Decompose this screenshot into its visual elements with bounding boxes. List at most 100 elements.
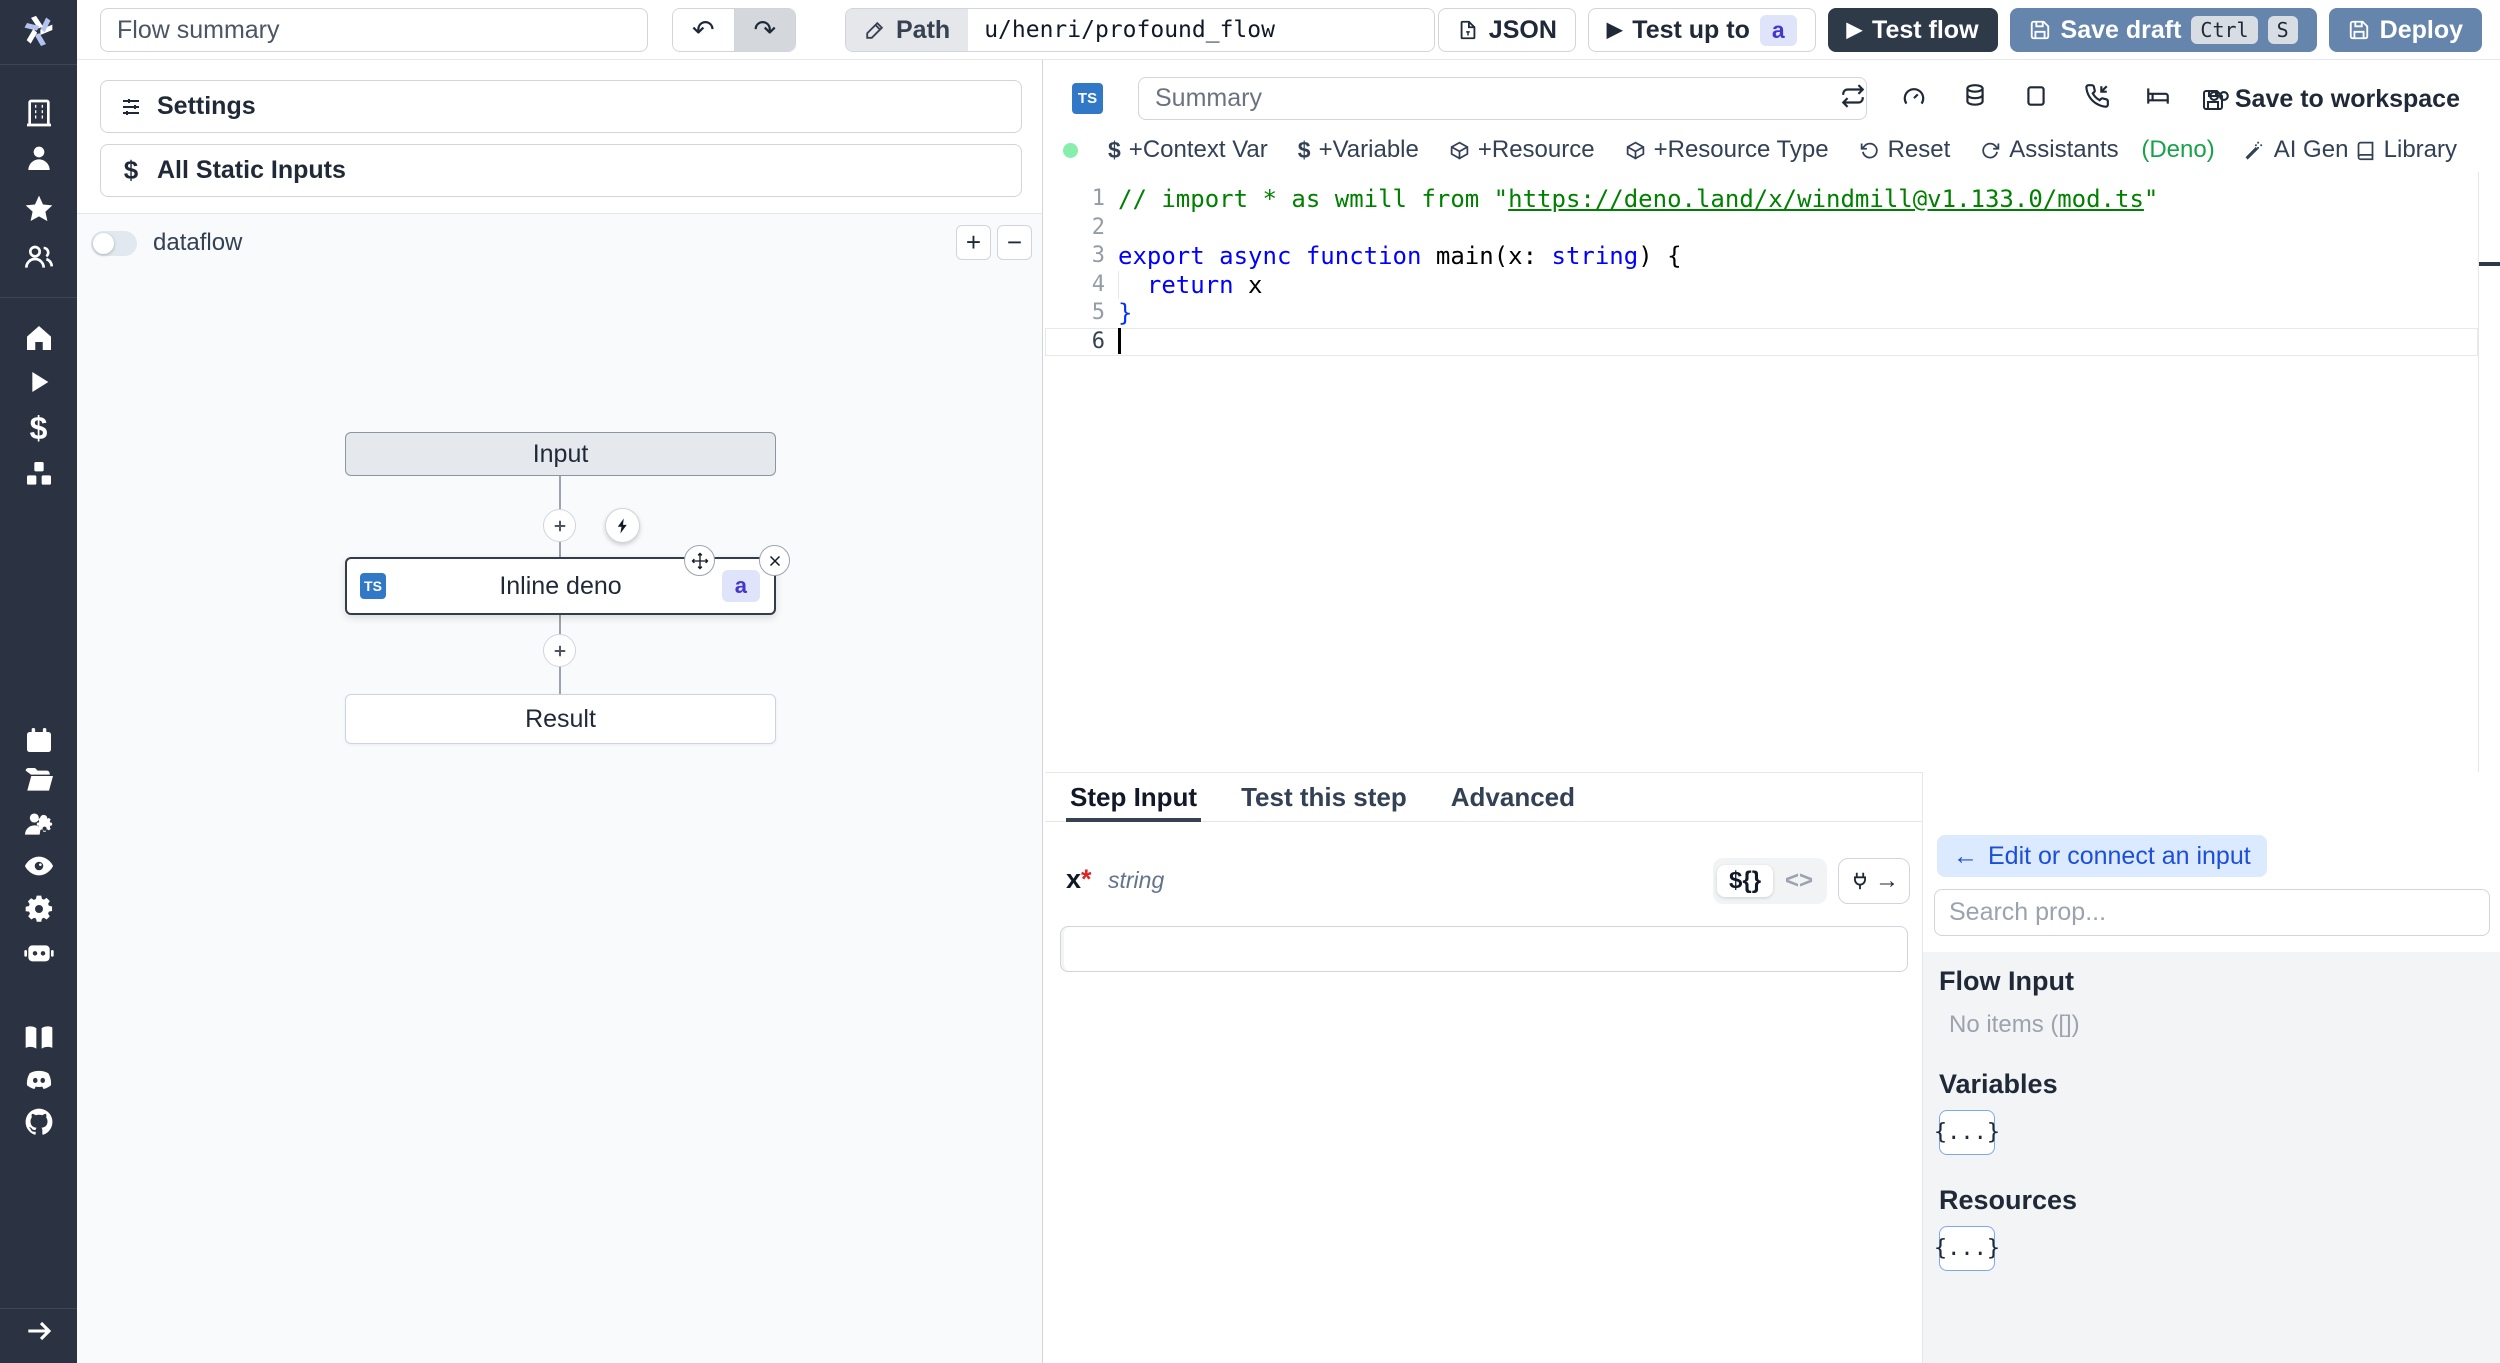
add-variable-button[interactable]: $ +Variable	[1298, 136, 1419, 164]
add-resource-type-button[interactable]: +Resource Type	[1625, 136, 1829, 164]
zoom-in-button[interactable]: +	[956, 225, 991, 260]
step-summary-input[interactable]	[1138, 77, 1867, 120]
code-line[interactable]: }	[1045, 299, 2478, 328]
json-button[interactable]: JSON	[1437, 8, 1576, 52]
phone-incoming-icon[interactable]	[2084, 83, 2110, 109]
save-draft-button[interactable]: Save draft Ctrl S	[2009, 8, 2317, 52]
users-cog-icon[interactable]	[0, 807, 77, 841]
assistants-button[interactable]: Assistants (Deno)	[1980, 136, 2215, 164]
dollar-icon[interactable]: $	[0, 411, 77, 445]
tab-step-input[interactable]: Step Input	[1065, 773, 1202, 822]
book-icon	[2357, 141, 2374, 160]
static-inputs-label: All Static Inputs	[157, 156, 346, 184]
result-node-label: Result	[525, 704, 596, 733]
home-icon[interactable]	[0, 321, 77, 355]
field-x-input[interactable]	[1060, 926, 1908, 972]
undo-button[interactable]: ↶	[673, 9, 734, 51]
dataflow-toggle[interactable]	[91, 230, 137, 256]
repeat-icon[interactable]	[1840, 83, 1866, 109]
package-icon	[1450, 141, 1469, 159]
bed-icon[interactable]	[2145, 83, 2171, 109]
eye-icon[interactable]	[0, 849, 77, 883]
deploy-label: Deploy	[2379, 15, 2463, 44]
save-draft-label: Save draft	[2060, 15, 2182, 44]
result-node[interactable]: Result	[345, 694, 776, 744]
deploy-button[interactable]: Deploy	[2328, 8, 2482, 52]
code-mode-button[interactable]: <>	[1775, 865, 1823, 897]
template-mode-button[interactable]: ${}	[1717, 865, 1774, 897]
play-icon[interactable]	[0, 365, 77, 399]
required-mark: *	[1081, 864, 1092, 894]
kbd-s: S	[2267, 16, 2298, 44]
settings-gear-icon[interactable]	[0, 892, 77, 926]
reset-button[interactable]: Reset	[1859, 136, 1950, 164]
flow-summary-input[interactable]	[100, 8, 648, 52]
package-icon	[1626, 141, 1644, 159]
save-icon	[2349, 20, 2368, 40]
connect-panel: ← Edit or connect an input Flow Input No…	[1922, 772, 2500, 1363]
move-step-button[interactable]	[684, 545, 715, 576]
github-icon[interactable]	[0, 1105, 77, 1139]
add-resource-button[interactable]: +Resource	[1449, 136, 1595, 164]
code-line[interactable]: return x	[1045, 270, 2478, 300]
tab-advanced[interactable]: Advanced	[1451, 773, 1575, 821]
path-label: Path	[896, 15, 951, 44]
add-context-var-button[interactable]: $ +Context Var	[1108, 136, 1268, 164]
test-flow-label: Test flow	[1872, 15, 1979, 44]
code-editor[interactable]: 123456 // import * as wmill from "https:…	[1045, 172, 2478, 772]
add-step-button[interactable]	[543, 634, 576, 667]
code-line[interactable]: // import * as wmill from "https://deno.…	[1045, 185, 2478, 214]
ruler-cursor-mark	[2479, 262, 2500, 266]
gauge-icon[interactable]	[1901, 83, 1927, 109]
ai-gen-button[interactable]: AI Gen	[2245, 136, 2348, 164]
test-up-to-button[interactable]: ▶ Test up to a	[1587, 8, 1816, 52]
add-step-button[interactable]	[543, 509, 576, 542]
code-line[interactable]: export async function main(x: string) {	[1045, 242, 2478, 271]
robot-icon[interactable]	[0, 935, 77, 969]
path-group: Path	[845, 8, 1436, 52]
building-icon[interactable]	[0, 96, 77, 130]
variables-object-chip[interactable]: {...}	[1934, 1110, 2000, 1155]
resources-object-chip[interactable]: {...}	[1934, 1226, 2000, 1271]
boxes-icon[interactable]	[0, 457, 77, 491]
book-open-icon[interactable]	[0, 1021, 77, 1055]
kbd-ctrl: Ctrl	[2191, 16, 2258, 44]
database-icon[interactable]	[1962, 83, 1988, 109]
flow-settings-button[interactable]: Settings	[100, 80, 1022, 133]
library-button[interactable]: Library	[2355, 131, 2457, 169]
code-line[interactable]	[1045, 214, 2478, 243]
windmill-logo-icon[interactable]	[0, 8, 77, 54]
path-input[interactable]	[968, 9, 1435, 51]
overview-ruler[interactable]	[2478, 172, 2500, 772]
test-up-to-label: Test up to	[1632, 15, 1750, 44]
save-icon	[2030, 20, 2049, 40]
code-line[interactable]	[1045, 327, 2478, 357]
prop-search-input[interactable]	[1934, 889, 2490, 936]
flow-input-empty: No items ([])	[1949, 1011, 2080, 1038]
step-tabs: Step Input Test this step Advanced	[1045, 772, 1922, 822]
tab-test-this-step[interactable]: Test this step	[1241, 773, 1407, 821]
save-to-workspace-label: Save to workspace	[2234, 85, 2460, 113]
redo-button[interactable]: ↷	[733, 9, 795, 51]
input-node[interactable]: Input	[345, 432, 776, 476]
rail-divider	[0, 297, 77, 298]
connect-input-button[interactable]: →	[1838, 858, 1910, 904]
text-cursor	[1118, 327, 1121, 354]
star-icon[interactable]	[0, 192, 77, 226]
test-flow-button[interactable]: ▶ Test flow	[1827, 8, 1998, 52]
user-icon[interactable]	[0, 141, 77, 175]
delete-step-button[interactable]	[759, 545, 790, 576]
edit-path-button[interactable]: Path	[846, 9, 969, 51]
all-static-inputs-button[interactable]: $ All Static Inputs	[100, 144, 1022, 197]
users-icon[interactable]	[0, 240, 77, 274]
save-to-workspace-button[interactable]: Save to workspace	[2201, 85, 2460, 114]
zoom-out-button[interactable]: −	[997, 225, 1032, 260]
rail-divider	[0, 64, 77, 65]
folder-open-icon[interactable]	[0, 763, 77, 797]
edit-or-connect-button[interactable]: ← Edit or connect an input	[1937, 835, 2267, 877]
discord-icon[interactable]	[0, 1064, 77, 1098]
square-icon[interactable]	[2023, 83, 2049, 109]
calendar-icon[interactable]	[0, 723, 77, 757]
trigger-bolt-button[interactable]	[605, 508, 640, 543]
arrow-right-icon[interactable]	[0, 1314, 77, 1348]
